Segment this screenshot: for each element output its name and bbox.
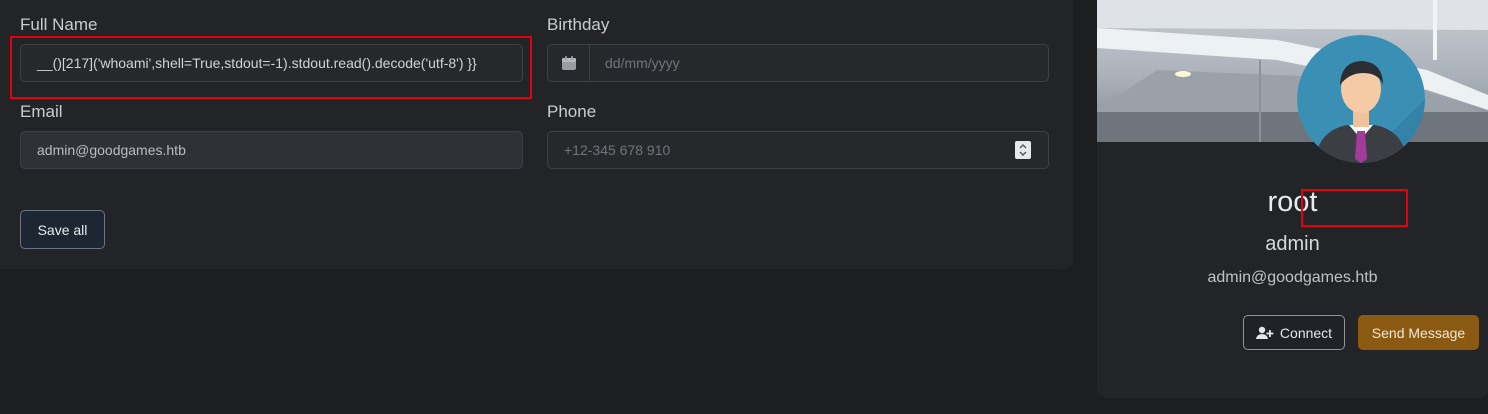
avatar-image (1297, 35, 1425, 163)
email-label: Email (20, 102, 63, 121)
phone-input[interactable]: +12-345 678 910 (547, 131, 1049, 169)
calendar-addon[interactable] (548, 45, 590, 81)
profile-email: admin@goodgames.htb (1207, 269, 1378, 286)
phone-label: Phone (547, 102, 597, 121)
full-name-highlight (10, 36, 532, 99)
avatar (1297, 35, 1425, 163)
connect-label: Connect (1279, 324, 1333, 341)
cover-image (1097, 0, 1488, 142)
save-all-button[interactable]: Save all (20, 210, 105, 249)
send-message-button[interactable]: Send Message (1358, 315, 1479, 350)
spinner-icon[interactable] (1015, 141, 1031, 159)
birthday-input[interactable]: dd/mm/yyyy (547, 44, 1049, 82)
user-plus-icon (1255, 326, 1274, 339)
birthday-label: Birthday (547, 15, 610, 34)
full-name-label: Full Name (20, 15, 98, 34)
phone-placeholder: +12-345 678 910 (564, 142, 671, 158)
profile-name-highlight (1301, 189, 1408, 227)
profile-name: root (1267, 186, 1318, 218)
profile-form-card: Full Name __()[217]('whoami',shell=True,… (0, 0, 1073, 269)
calendar-icon (561, 56, 576, 70)
profile-role: admin (1265, 233, 1320, 255)
birthday-placeholder: dd/mm/yyyy (605, 55, 680, 71)
connect-button[interactable]: Connect (1243, 315, 1345, 350)
profile-card: root admin admin@goodgames.htb Connect S… (1097, 0, 1488, 398)
email-input[interactable]: admin@goodgames.htb (20, 131, 523, 169)
